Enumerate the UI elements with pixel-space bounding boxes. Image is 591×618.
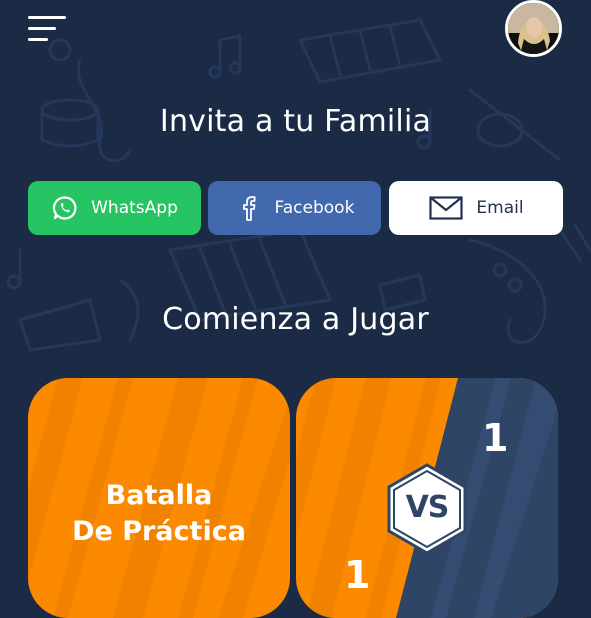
menu-line (28, 16, 66, 19)
versus-battle-card[interactable]: 1 VS 1 (296, 378, 558, 618)
menu-line (28, 38, 48, 41)
vs-label: VS (405, 490, 450, 525)
player-score: 1 (344, 553, 371, 597)
email-button[interactable]: Email (389, 181, 563, 235)
practice-battle-card[interactable]: Batalla De Práctica (28, 378, 290, 618)
invite-title: Invita a tu Familia (159, 104, 432, 139)
menu-line (28, 27, 56, 30)
practice-line1: Batalla (105, 480, 213, 511)
whatsapp-label: WhatsApp (91, 198, 178, 218)
whatsapp-button[interactable]: WhatsApp (28, 181, 201, 235)
play-title: Comienza a Jugar (162, 302, 429, 337)
avatar-image (508, 3, 559, 54)
whatsapp-icon (51, 194, 79, 222)
facebook-button[interactable]: Facebook (208, 181, 381, 235)
facebook-label: Facebook (274, 198, 355, 218)
envelope-icon (428, 194, 464, 222)
user-avatar[interactable] (505, 0, 562, 57)
menu-button[interactable] (28, 14, 68, 44)
practice-battle-label: Batalla De Práctica (28, 478, 290, 550)
email-label: Email (476, 198, 524, 218)
practice-line2: De Práctica (72, 516, 246, 547)
opponent-score: 1 (482, 416, 509, 460)
facebook-icon (235, 194, 263, 222)
